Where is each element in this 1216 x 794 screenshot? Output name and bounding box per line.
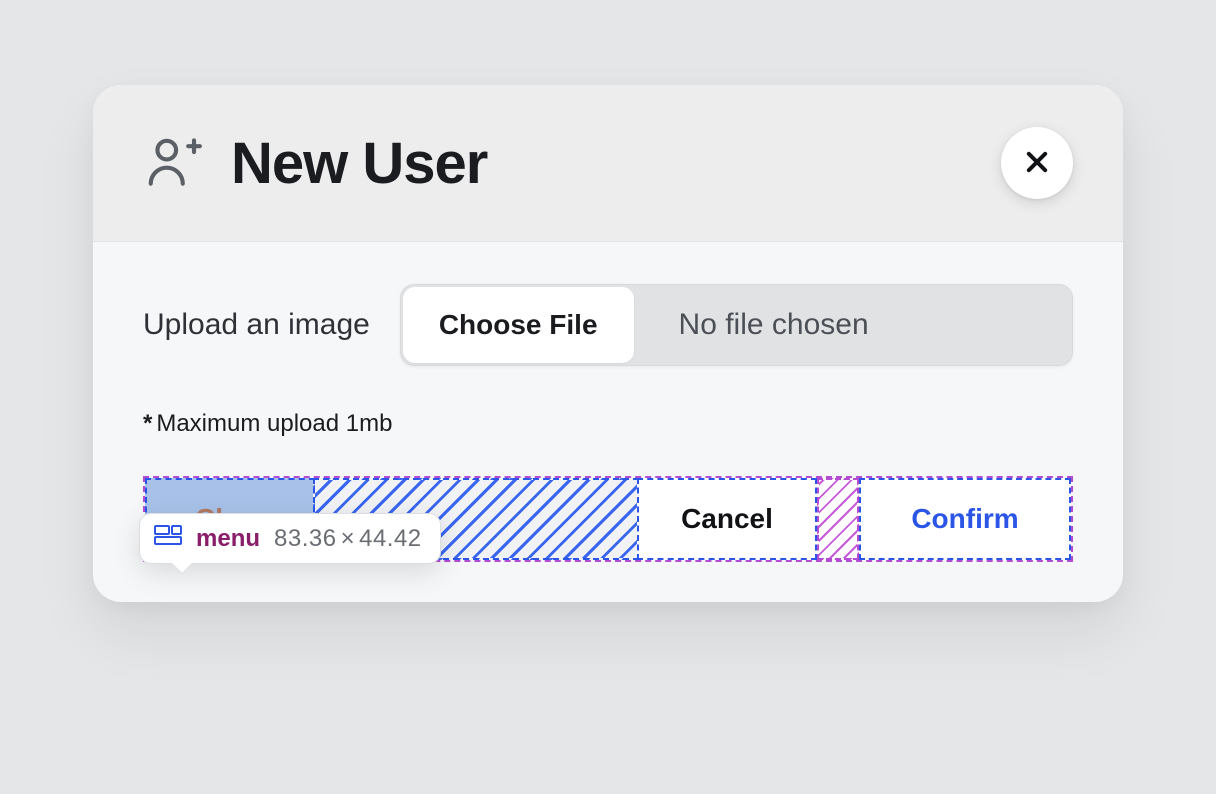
confirm-button[interactable]: Confirm — [859, 478, 1071, 560]
dialog-title: New User — [231, 130, 487, 197]
user-plus-icon — [143, 132, 205, 194]
upload-label: Upload an image — [143, 308, 370, 342]
file-input[interactable]: Choose File No file chosen — [400, 284, 1073, 366]
close-icon — [1023, 148, 1051, 179]
new-user-dialog: New User Upload an image Choose File No … — [93, 85, 1123, 602]
flex-icon — [154, 524, 182, 553]
inspector-dimensions: 83.36×44.42 — [274, 525, 422, 553]
dialog-header: New User — [93, 85, 1123, 242]
inspector-tag-name: menu — [196, 525, 260, 553]
upload-hint: *Maximum upload 1mb — [143, 410, 1073, 438]
flex-gap — [817, 478, 859, 560]
upload-row: Upload an image Choose File No file chos… — [143, 284, 1073, 366]
devtools-inspector-tooltip: menu 83.36×44.42 — [139, 513, 441, 564]
cancel-button[interactable]: Cancel — [637, 478, 817, 560]
close-button[interactable] — [1001, 127, 1073, 199]
file-status-text: No file chosen — [637, 284, 1073, 366]
dialog-body: Upload an image Choose File No file chos… — [93, 242, 1123, 446]
hint-asterisk: * — [143, 410, 152, 437]
choose-file-button[interactable]: Choose File — [403, 287, 634, 363]
hint-text: Maximum upload 1mb — [156, 410, 392, 437]
